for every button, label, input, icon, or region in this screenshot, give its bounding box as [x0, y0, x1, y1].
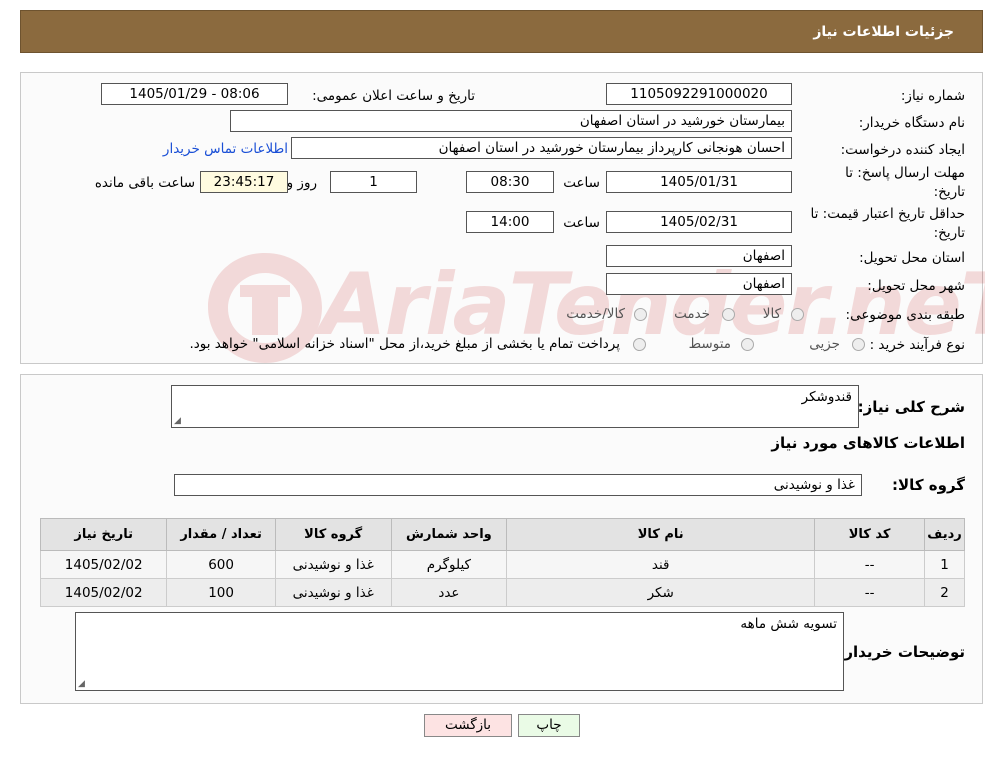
- col-item-code: کد کالا: [814, 518, 926, 551]
- price-validity-date-field: 1405/02/31: [606, 211, 792, 233]
- table-row: 1405/02/02 600 غذا و نوشیدنی کیلوگرم قند…: [39, 550, 965, 579]
- back-button[interactable]: بازگشت: [424, 714, 512, 737]
- page-title: جزئیات اطلاعات نیاز: [813, 24, 954, 40]
- buyer-org-label: نام دستگاه خریدار:: [858, 115, 965, 131]
- deadline-label-1: مهلت ارسال پاسخ: تا: [845, 165, 965, 181]
- cell-need-date: 1405/02/02: [39, 578, 168, 607]
- process-option-minor: جزیی: [809, 336, 840, 352]
- print-button[interactable]: چاپ: [518, 714, 580, 737]
- need-number-field: 1105092291000020: [606, 83, 792, 105]
- cell-group: غذا و نوشیدنی: [274, 550, 392, 579]
- buyer-notes-textarea[interactable]: تسویه شش ماهه ◢: [75, 612, 844, 691]
- deadline-date-field: 1405/01/31: [606, 171, 792, 193]
- cell-item-code: --: [814, 550, 926, 579]
- cell-item-code: --: [814, 578, 926, 607]
- process-radio-minor[interactable]: [852, 338, 865, 351]
- category-radio-goods[interactable]: [791, 308, 804, 321]
- col-unit: واحد شمارش: [390, 518, 508, 551]
- contact-buyer-link[interactable]: اطلاعات تماس خریدار: [163, 141, 288, 157]
- resize-grip-icon[interactable]: ◢: [174, 416, 181, 426]
- cell-unit: عدد: [390, 578, 508, 607]
- requester-field: احسان هونجانی کارپرداز بیمارستان خورشید …: [291, 137, 792, 159]
- price-validity-label-2: تاریخ:: [933, 225, 965, 241]
- price-validity-time-field: 14:00: [466, 211, 554, 233]
- category-option-goods: کالا: [762, 306, 781, 322]
- cell-item-name: قند: [506, 550, 816, 579]
- province-label: استان محل تحویل:: [859, 250, 965, 266]
- items-table: تاریخ نیاز تعداد / مقدار گروه کالا واحد …: [39, 518, 965, 607]
- cell-unit: کیلوگرم: [390, 550, 508, 579]
- col-need-date: تاریخ نیاز: [39, 518, 168, 551]
- cell-group: غذا و نوشیدنی: [274, 578, 392, 607]
- need-number-label: شماره نیاز:: [900, 88, 965, 104]
- city-label: شهر محل تحویل:: [867, 278, 965, 294]
- table-header-row: تاریخ نیاز تعداد / مقدار گروه کالا واحد …: [39, 518, 965, 551]
- col-item-name: نام کالا: [506, 518, 816, 551]
- requester-label: ایجاد کننده درخواست:: [840, 142, 965, 158]
- cell-need-date: 1405/02/02: [39, 550, 168, 579]
- buyer-notes-text: تسویه شش ماهه: [740, 616, 837, 632]
- days-remaining-field: 1: [330, 171, 417, 193]
- announce-field: 1405/01/29 - 08:06: [101, 83, 288, 105]
- summary-label: شرح کلی نیاز:: [857, 398, 965, 416]
- summary-textarea[interactable]: قندوشکر ◢: [171, 385, 859, 428]
- process-radio-treasury[interactable]: [633, 338, 646, 351]
- cell-quantity: 100: [166, 578, 276, 607]
- process-option-medium: متوسط: [688, 336, 731, 352]
- time-remaining-field: 23:45:17: [200, 171, 288, 193]
- category-option-service: خدمت: [674, 306, 710, 322]
- process-note: پرداخت تمام یا بخشی از مبلغ خرید،از محل …: [189, 336, 620, 352]
- price-validity-label-1: حداقل تاریخ اعتبار قیمت: تا: [810, 206, 965, 222]
- summary-text: قندوشکر: [801, 389, 852, 405]
- items-section-title: اطلاعات کالاهای مورد نیاز: [771, 434, 965, 452]
- page-header: جزئیات اطلاعات نیاز: [20, 10, 983, 53]
- category-radio-goods-service[interactable]: [634, 308, 647, 321]
- price-validity-time-label: ساعت: [563, 215, 600, 231]
- time-remaining-label: ساعت باقی مانده: [94, 175, 195, 191]
- category-label: طبقه بندی موضوعی:: [845, 307, 965, 323]
- cell-quantity: 600: [166, 550, 276, 579]
- province-field: اصفهان: [606, 245, 792, 267]
- deadline-time-label: ساعت: [563, 175, 600, 191]
- group-label: گروه کالا:: [892, 476, 965, 494]
- col-row: ردیف: [924, 518, 965, 551]
- table-row: 1405/02/02 100 غذا و نوشیدنی عدد شکر -- …: [39, 578, 965, 607]
- category-option-goods-service: کالا/خدمت: [566, 306, 625, 322]
- resize-grip-icon[interactable]: ◢: [78, 679, 85, 689]
- process-radio-medium[interactable]: [741, 338, 754, 351]
- days-label: روز و: [286, 175, 317, 191]
- deadline-time-field: 08:30: [466, 171, 554, 193]
- cell-row: 1: [924, 550, 965, 579]
- announce-label: تاریخ و ساعت اعلان عمومی:: [312, 88, 475, 104]
- category-radio-service[interactable]: [722, 308, 735, 321]
- cell-item-name: شکر: [506, 578, 816, 607]
- city-field: اصفهان: [606, 273, 792, 295]
- deadline-label-2: تاریخ:: [933, 184, 965, 200]
- process-label: نوع فرآیند خرید :: [869, 337, 965, 353]
- cell-row: 2: [924, 578, 965, 607]
- group-field: غذا و نوشیدنی: [174, 474, 862, 496]
- col-group: گروه کالا: [274, 518, 392, 551]
- col-quantity: تعداد / مقدار: [166, 518, 276, 551]
- buyer-notes-label: توضیحات خریدار:: [838, 643, 965, 661]
- buyer-org-field: بیمارستان خورشید در استان اصفهان: [230, 110, 792, 132]
